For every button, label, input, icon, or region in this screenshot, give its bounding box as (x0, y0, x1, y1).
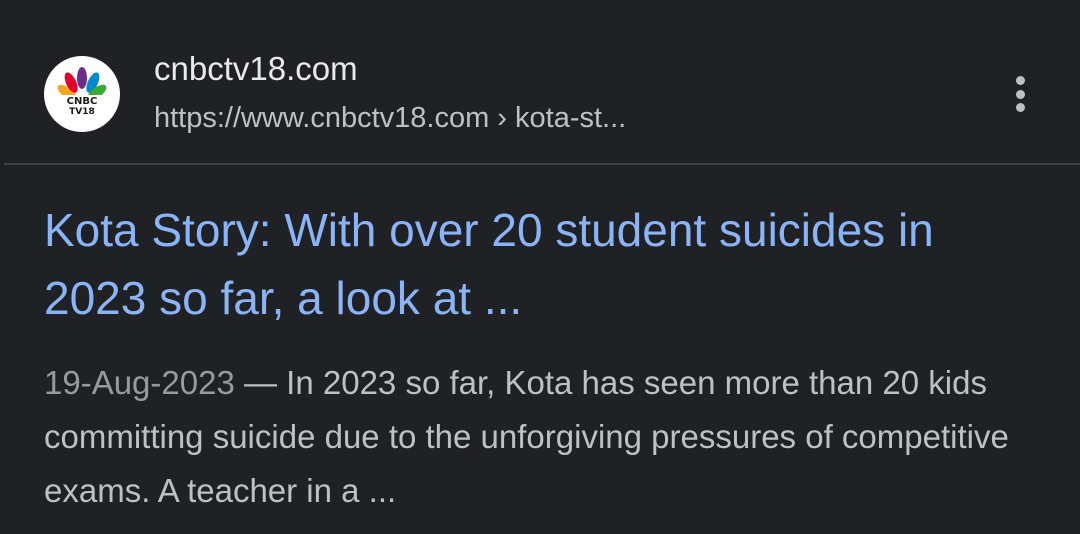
date-separator: — (234, 364, 287, 401)
more-options-button[interactable] (1004, 72, 1036, 116)
divider (4, 163, 1080, 165)
site-name[interactable]: cnbctv18.com (154, 49, 358, 89)
logo-text-line1: CNBC (67, 96, 98, 107)
result-date: 19-Aug-2023 (44, 364, 235, 401)
result-title-link[interactable]: Kota Story: With over 20 student suicide… (44, 196, 1004, 332)
more-vert-icon (1015, 76, 1025, 85)
site-url-breadcrumb[interactable]: https://www.cnbctv18.com › kota-st... (154, 100, 626, 136)
result-snippet: 19-Aug-2023 — In 2023 so far, Kota has s… (44, 356, 1024, 518)
cnbc-tv18-logo-icon[interactable]: CNBC TV18 (44, 56, 120, 132)
search-result-card: CNBC TV18 cnbctv18.com https://www.cnbct… (0, 0, 1080, 534)
logo-text-line2: TV18 (69, 107, 95, 117)
